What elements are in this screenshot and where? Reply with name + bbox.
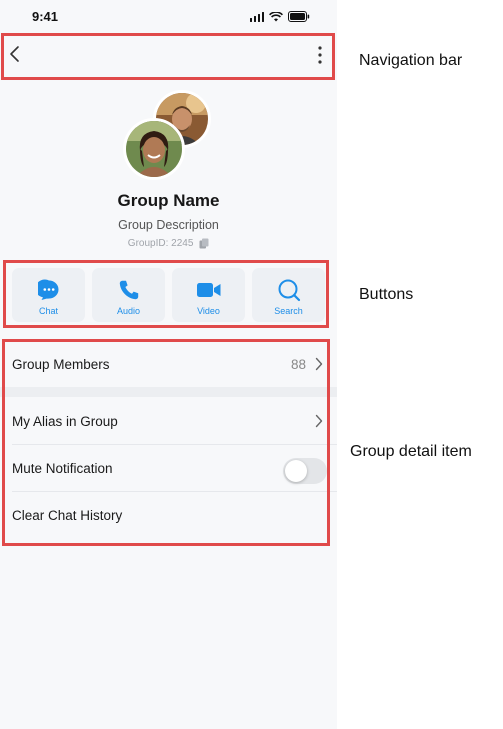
group-description: Group Description [118, 218, 219, 232]
navigation-bar-annotation: Navigation bar [359, 52, 463, 69]
group-name: Group Name [117, 191, 220, 210]
buttons-annotation: Buttons [359, 286, 414, 303]
group-detail-annotation: Group detail item [350, 443, 472, 460]
status-time: 9:41 [32, 9, 59, 24]
group-id-row: GroupID: 2245 [0, 238, 337, 249]
group-detail-outline [2, 339, 330, 546]
group-avatar [120, 90, 220, 182]
navigation-bar-outline [1, 33, 335, 80]
battery-icon [288, 11, 310, 22]
group-id: GroupID: 2245 [127, 238, 194, 249]
signal-icon [249, 11, 264, 22]
wifi-icon [269, 11, 283, 21]
member-avatar-front [123, 118, 185, 180]
copy-icon[interactable] [199, 238, 209, 249]
buttons-outline [3, 260, 329, 328]
status-bar: 9:41 [0, 0, 337, 34]
status-icons [249, 11, 311, 22]
